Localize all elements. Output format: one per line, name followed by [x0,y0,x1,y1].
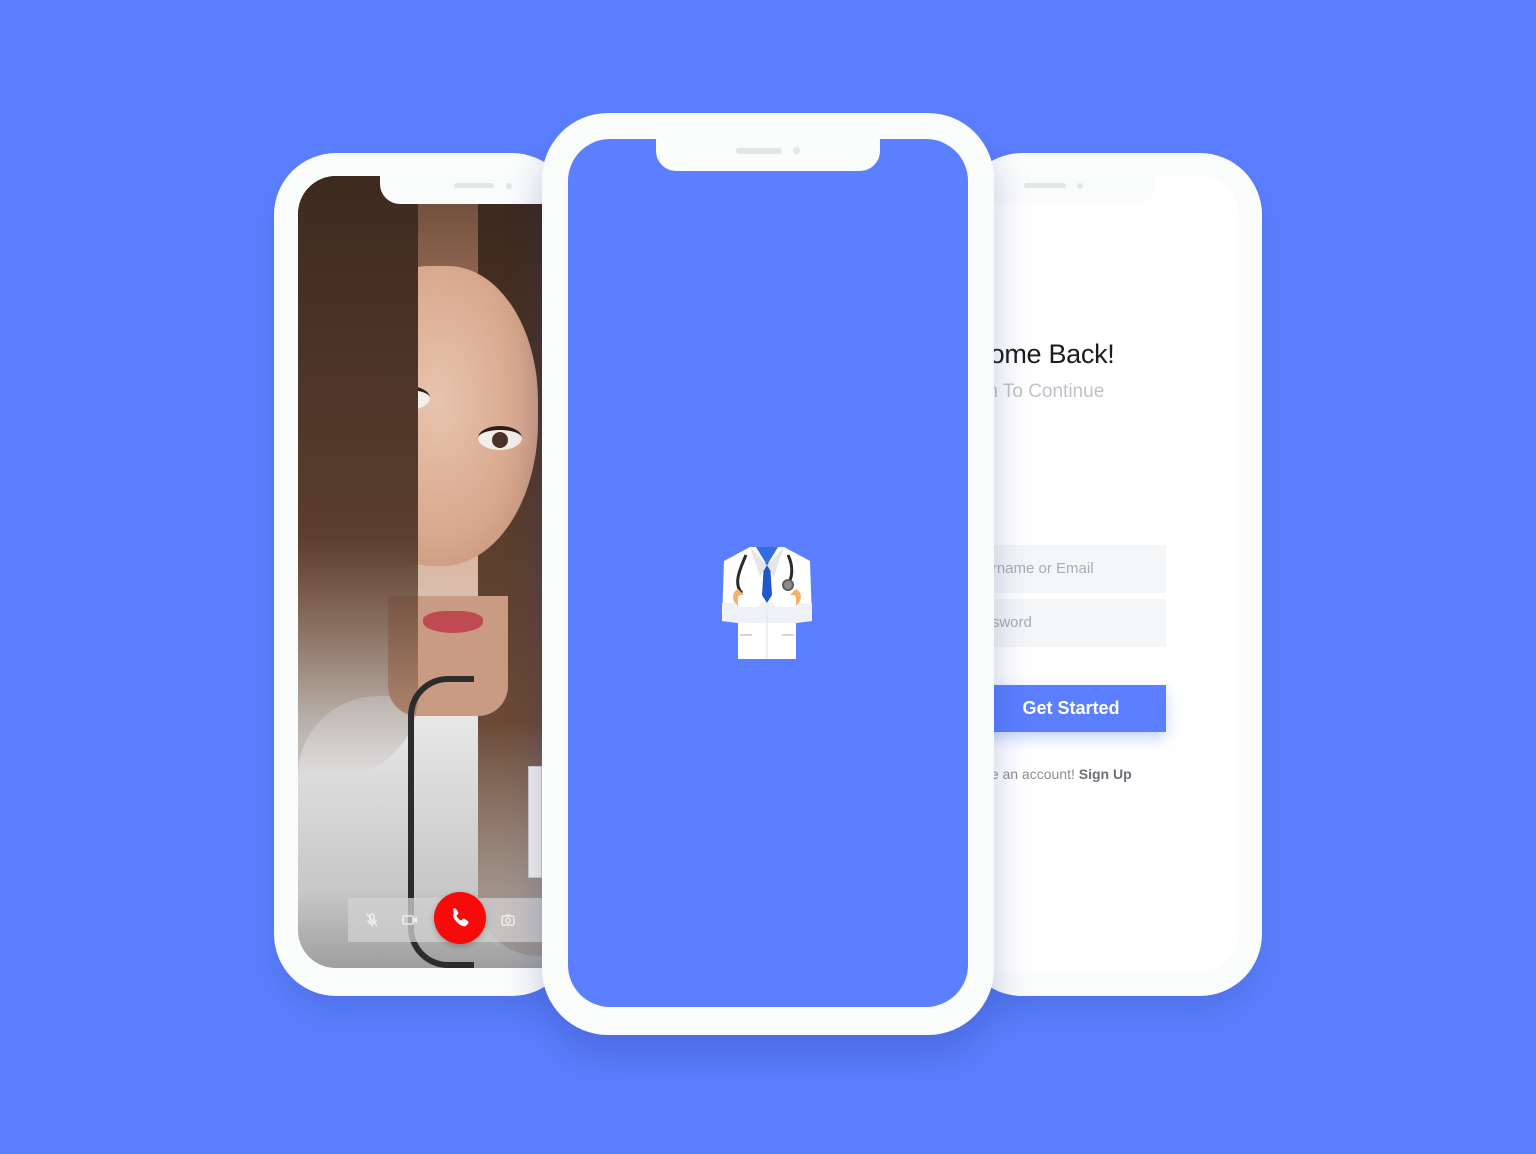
phone-notch [380,176,560,204]
end-call-button[interactable] [434,892,486,944]
camera-icon[interactable] [496,908,520,932]
username-field[interactable]: sername or Email [976,545,1166,593]
doctor-coat-icon [720,543,814,661]
mic-off-icon[interactable] [360,908,384,932]
phone-icon [453,908,469,927]
speaker-grille [1024,183,1066,188]
get-started-button[interactable]: Get Started [976,685,1166,732]
video-call-phone [274,153,618,996]
caller-eye [478,426,522,450]
front-camera [1077,183,1083,189]
login-phone: elcome Back! ogin To Continue sername or… [940,153,1262,996]
splash-screen [568,139,968,1007]
phone-notch [656,139,880,171]
phone-notch [976,176,1156,204]
password-field[interactable]: assword [976,599,1166,647]
video-camera-icon[interactable] [398,908,422,932]
self-view-preview[interactable] [528,766,542,878]
front-camera [793,147,800,154]
splash-phone [542,113,994,1035]
speaker-grille [454,183,494,188]
caller-hair [298,176,418,776]
speaker-grille [736,148,782,154]
front-camera [506,183,512,189]
signup-link[interactable]: Sign Up [1079,766,1132,782]
caller-lips [423,611,483,633]
signup-prompt: ave an account! Sign Up [976,766,1132,782]
